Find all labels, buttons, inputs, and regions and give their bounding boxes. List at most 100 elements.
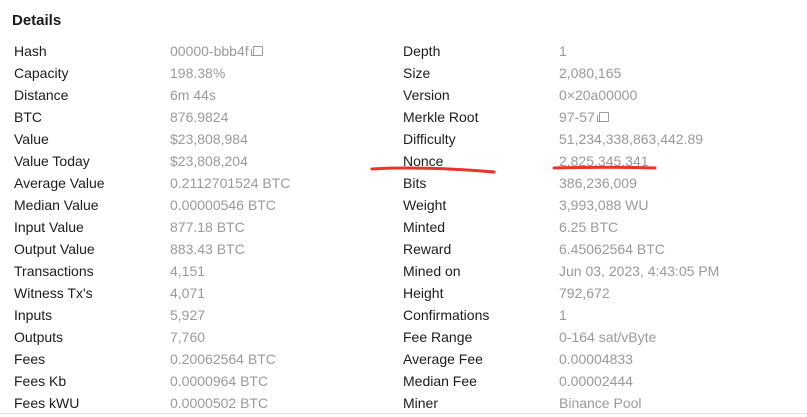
detail-label: Difficulty <box>403 131 456 147</box>
detail-value[interactable]: 00000-bbb4f <box>170 43 249 59</box>
detail-label: Value <box>14 131 49 147</box>
detail-row-outputs: Outputs 7,760 <box>14 326 384 348</box>
detail-value: 386,236,009 <box>559 175 637 191</box>
panel-title: Details <box>12 12 62 29</box>
detail-value: 51,234,338,863,442.89 <box>559 131 704 147</box>
detail-value: 5,927 <box>170 307 206 323</box>
detail-row-confirmations: Confirmations 1 <box>403 304 803 326</box>
detail-row-witness-tx-s: Witness Tx's 4,071 <box>14 282 384 304</box>
detail-row-size: Size 2,080,165 <box>403 62 803 84</box>
detail-row-depth: Depth 1 <box>403 40 803 62</box>
detail-value: 0-164 sat/vByte <box>559 329 657 345</box>
detail-label: Minted <box>403 219 446 235</box>
detail-value: 0.0000502 BTC <box>170 395 269 411</box>
detail-label: Confirmations <box>403 307 490 323</box>
detail-row-median-fee: Median Fee 0.00002444 <box>403 370 803 392</box>
detail-value: $23,808,204 <box>170 153 248 169</box>
detail-value: 2,825,345,341 <box>559 153 649 169</box>
detail-value: 0.2112701524 BTC <box>170 175 291 191</box>
detail-value: 1 <box>559 43 567 59</box>
detail-label: Fees Kb <box>14 373 67 389</box>
detail-value: 2,080,165 <box>559 65 622 81</box>
detail-value: 4,071 <box>170 285 206 301</box>
copy-icon[interactable] <box>596 112 609 122</box>
detail-row-fees-kb: Fees Kb 0.0000964 BTC <box>14 370 384 392</box>
detail-row-nonce: Nonce 2,825,345,341 <box>403 150 803 172</box>
copy-icon[interactable] <box>250 46 263 56</box>
detail-label: Fees kWU <box>14 395 80 411</box>
detail-value: 198.38% <box>170 65 226 81</box>
detail-label: Depth <box>403 43 441 59</box>
detail-value: 4,151 <box>170 263 206 279</box>
detail-value: 0.20062564 BTC <box>170 351 276 367</box>
detail-row-bits: Bits 386,236,009 <box>403 172 803 194</box>
detail-row-average-value: Average Value 0.2112701524 BTC <box>14 172 384 194</box>
details-left-column: Hash 00000-bbb4f Capacity 198.38% Distance 6m… <box>14 40 384 414</box>
detail-value: 6.25 BTC <box>559 219 619 235</box>
detail-label: Value Today <box>14 153 90 169</box>
detail-row-average-fee: Average Fee 0.00004833 <box>403 348 803 370</box>
detail-label: Average Value <box>14 175 105 191</box>
details-right-column: Depth 1 Size 2,080,165 Version 0×20a00000 Merk… <box>403 40 803 414</box>
detail-row-distance: Distance 6m 44s <box>14 84 384 106</box>
detail-label: Bits <box>403 175 427 191</box>
detail-value: Jun 03, 2023, 4:43:05 PM <box>559 263 720 279</box>
detail-row-transactions: Transactions 4,151 <box>14 260 384 282</box>
detail-label: Distance <box>14 87 69 103</box>
detail-row-weight: Weight 3,993,088 WU <box>403 194 803 216</box>
detail-row-version: Version 0×20a00000 <box>403 84 803 106</box>
detail-row-output-value: Output Value 883.43 BTC <box>14 238 384 260</box>
detail-value: 0.00000546 BTC <box>170 197 276 213</box>
detail-row-value-today: Value Today $23,808,204 <box>14 150 384 172</box>
detail-row-inputs: Inputs 5,927 <box>14 304 384 326</box>
detail-label: BTC <box>14 109 42 125</box>
detail-row-minted: Minted 6.25 BTC <box>403 216 803 238</box>
detail-label: Weight <box>403 197 447 213</box>
detail-value: 0.00004833 <box>559 351 633 367</box>
detail-label: Mined on <box>403 263 461 279</box>
detail-row-capacity: Capacity 198.38% <box>14 62 384 84</box>
detail-label: Hash <box>14 43 47 59</box>
detail-value: 0×20a00000 <box>559 87 638 103</box>
detail-row-median-value: Median Value 0.00000546 BTC <box>14 194 384 216</box>
detail-row-fees: Fees 0.20062564 BTC <box>14 348 384 370</box>
detail-row-value: Value $23,808,984 <box>14 128 384 150</box>
detail-label: Nonce <box>403 153 444 169</box>
detail-value: Binance Pool <box>559 395 642 411</box>
detail-row-merkle-root: Merkle Root 97-57 <box>403 106 803 128</box>
detail-label: Output Value <box>14 241 95 257</box>
detail-value: 6m 44s <box>170 87 216 103</box>
detail-label: Fees <box>14 351 46 367</box>
detail-label: Reward <box>403 241 452 257</box>
detail-value: 6.45062564 BTC <box>559 241 665 257</box>
detail-label: Outputs <box>14 329 64 345</box>
detail-row-fees-kwu: Fees kWU 0.0000502 BTC <box>14 392 384 414</box>
divider <box>0 413 807 414</box>
detail-row-height: Height 792,672 <box>403 282 803 304</box>
detail-label: Input Value <box>14 219 84 235</box>
detail-value: $23,808,984 <box>170 131 248 147</box>
detail-value: 792,672 <box>559 285 610 301</box>
detail-label: Fee Range <box>403 329 473 345</box>
detail-value: 7,760 <box>170 329 206 345</box>
detail-label: Witness Tx's <box>14 285 93 301</box>
detail-row-btc: BTC 876.9824 <box>14 106 384 128</box>
detail-label: Capacity <box>14 65 69 81</box>
detail-value: 876.9824 <box>170 109 229 125</box>
detail-value[interactable]: 97-57 <box>559 109 595 125</box>
detail-label: Median Fee <box>403 373 477 389</box>
detail-row-hash: Hash 00000-bbb4f <box>14 40 384 62</box>
detail-value: 0.0000964 BTC <box>170 373 269 389</box>
detail-row-fee-range: Fee Range 0-164 sat/vByte <box>403 326 803 348</box>
detail-row-miner: Miner Binance Pool <box>403 392 803 414</box>
details-panel: Details Hash 00000-bbb4f Capacity 198.38% Di… <box>0 0 807 417</box>
detail-label: Height <box>403 285 444 301</box>
detail-row-mined-on: Mined on Jun 03, 2023, 4:43:05 PM <box>403 260 803 282</box>
detail-value: 3,993,088 WU <box>559 197 649 213</box>
detail-label: Inputs <box>14 307 53 323</box>
detail-label: Median Value <box>14 197 99 213</box>
detail-value: 0.00002444 <box>559 373 633 389</box>
detail-row-input-value: Input Value 877.18 BTC <box>14 216 384 238</box>
detail-value: 877.18 BTC <box>170 219 245 235</box>
detail-row-reward: Reward 6.45062564 BTC <box>403 238 803 260</box>
